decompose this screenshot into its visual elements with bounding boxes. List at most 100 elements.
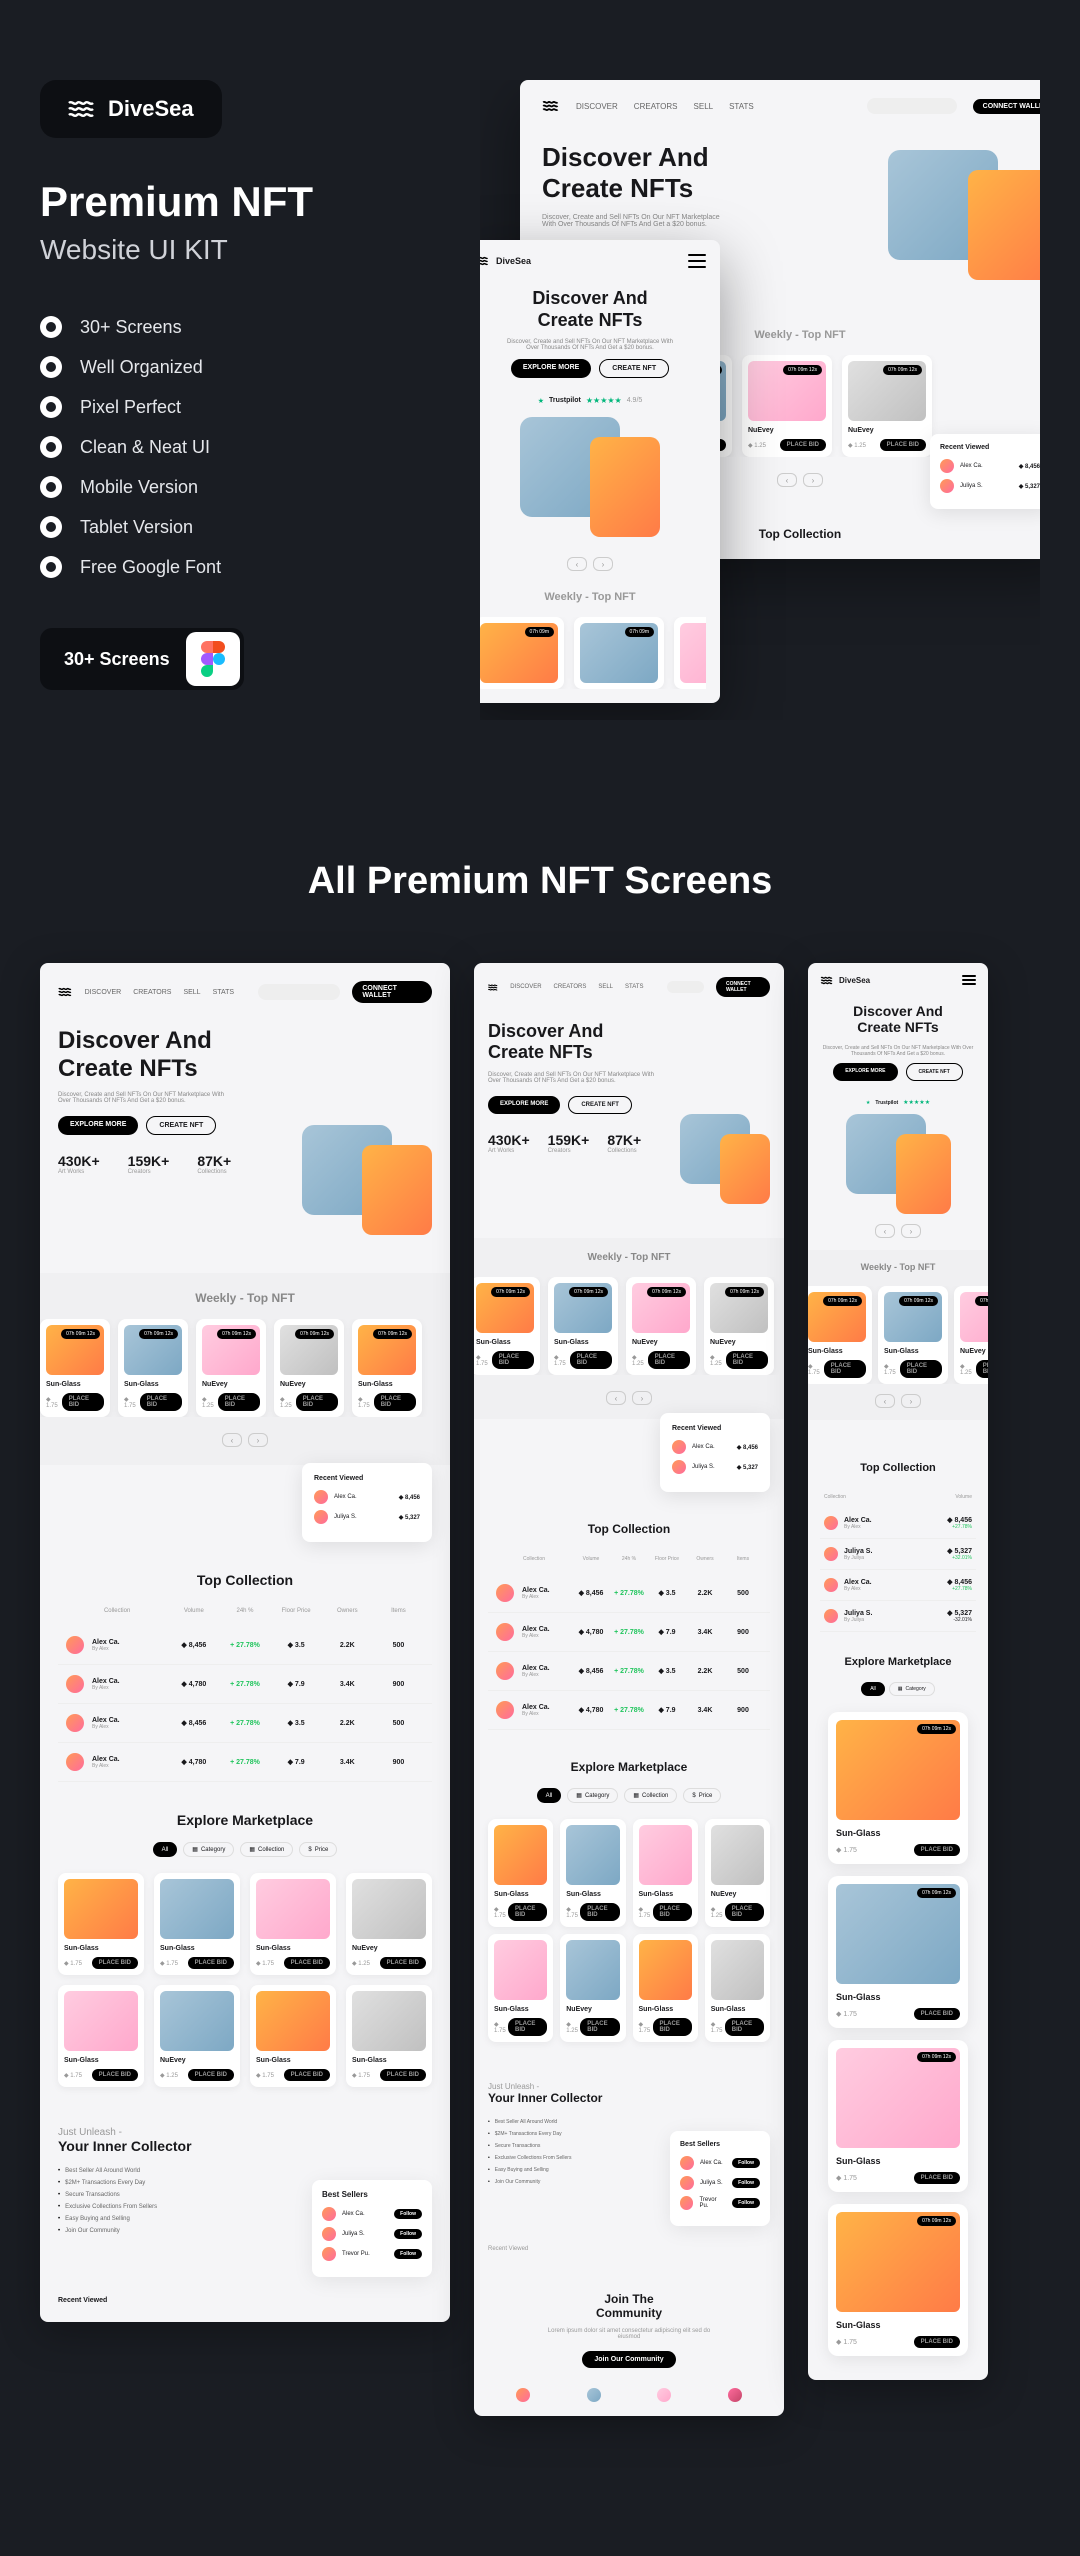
recent-viewed-popup: Recent Viewed Alex Ca.◆ 8,456Juliya S.◆ … [930, 434, 1040, 509]
cta-button[interactable]: 30+ Screens [40, 628, 244, 690]
nft-card[interactable]: 07h 09m 12sNuEvey◆ 1.25PLACE BID [842, 355, 932, 457]
menu-icon[interactable] [962, 975, 976, 985]
market-card[interactable]: Sun-Glass◆ 1.75PLACE BID [488, 1934, 553, 2042]
market-card[interactable]: Sun-Glass◆ 1.75PLACE BID [154, 1873, 240, 1975]
next-button[interactable]: › [803, 473, 823, 487]
feature-list: 30+ ScreensWell OrganizedPixel PerfectCl… [40, 316, 440, 578]
check-icon [40, 396, 62, 418]
check-icon [40, 356, 62, 378]
follow-button[interactable]: Follow [394, 2229, 422, 2239]
market-card[interactable]: NuEvey◆ 1.25PLACE BID [346, 1873, 432, 1975]
explore-button[interactable]: EXPLORE MORE [511, 359, 591, 378]
market-card[interactable]: Sun-Glass◆ 1.75PLACE BID [58, 1985, 144, 2087]
filter-category[interactable]: ▦ Category [183, 1842, 234, 1857]
nft-card[interactable]: 07h 09m 12sSun-Glass◆ 1.75PLACE BID [474, 1277, 540, 1375]
table-row[interactable]: Alex Ca.By Alex◆ 8,456+27.78% [820, 1570, 976, 1601]
prev-button[interactable]: ‹ [777, 473, 797, 487]
follow-button[interactable]: Follow [732, 2178, 760, 2188]
nav-link[interactable]: SELL [694, 102, 714, 111]
market-card[interactable]: NuEvey◆ 1.25PLACE BID [560, 1934, 625, 2042]
tablet-screen: DISCOVERCREATORSSELLSTATS CONNECT WALLET… [474, 963, 784, 2416]
nft-card[interactable]: 07h 09m 12sNuEvey◆ 1.25PLACE BID [274, 1319, 344, 1417]
market-card[interactable]: NuEvey◆ 1.25PLACE BID [705, 1819, 770, 1927]
nft-card[interactable]: 07h 09m 12sSun-Glass◆ 1.75PLACE BID [352, 1319, 422, 1417]
table-row[interactable]: Alex Ca.By Alex◆ 8,456+27.78% [820, 1508, 976, 1539]
cta-label: 30+ Screens [64, 649, 170, 670]
nft-card[interactable]: 07h 09m 12sSun-Glass◆ 1.75PLACE BID [828, 1712, 968, 1864]
feature-item: Clean & Neat UI [40, 436, 440, 458]
nft-card[interactable]: 07h 09m 12sNuEvey◆ 1.25PLACE BID [954, 1286, 988, 1384]
prev-button[interactable]: ‹ [567, 557, 587, 571]
filter-price[interactable]: $ Price [299, 1842, 337, 1857]
market-card[interactable]: Sun-Glass◆ 1.75PLACE BID [560, 1819, 625, 1927]
nft-card[interactable]: 07h 09m 12sNuEvey◆ 1.25PLACE BID [196, 1319, 266, 1417]
nft-card[interactable]: 07h 09m 12sNuEvey◆ 1.25PLACE BID [626, 1277, 696, 1375]
tablet-mockup: DiveSea Discover AndCreate NFTs Discover… [480, 240, 720, 703]
create-nft-button[interactable]: CREATE NFT [599, 359, 669, 378]
market-card[interactable]: Sun-Glass◆ 1.75PLACE BID [633, 1934, 698, 2042]
feature-item: Well Organized [40, 356, 440, 378]
follow-button[interactable]: Follow [732, 2198, 760, 2208]
figma-icon [186, 632, 240, 686]
follow-button[interactable]: Follow [394, 2249, 422, 2259]
feature-item: Mobile Version [40, 476, 440, 498]
feature-item: Tablet Version [40, 516, 440, 538]
market-card[interactable]: Sun-Glass◆ 1.75PLACE BID [488, 1819, 553, 1927]
table-row[interactable]: Alex Ca.By Alex◆ 4,780+ 27.78%◆ 7.93.4K9… [58, 1743, 432, 1782]
brand-name: DiveSea [108, 96, 194, 122]
filter-all[interactable]: All [153, 1842, 178, 1857]
table-row[interactable]: Juliya S.By Juliya◆ 5,327+32.01% [820, 1539, 976, 1570]
table-row[interactable]: Alex Ca.By Alex◆ 8,456+ 27.78%◆ 3.52.2K5… [58, 1626, 432, 1665]
hero-title: Premium NFT [40, 178, 440, 226]
table-row[interactable]: Alex Ca.By Alex◆ 8,456+ 27.78%◆ 3.52.2K5… [488, 1652, 770, 1691]
nav-link[interactable]: CREATORS [634, 102, 678, 111]
wave-icon [68, 99, 96, 119]
table-row[interactable]: Alex Ca.By Alex◆ 4,780+ 27.78%◆ 7.93.4K9… [58, 1665, 432, 1704]
check-icon [40, 316, 62, 338]
connect-wallet-button[interactable]: CONNECT WALLET [973, 99, 1040, 114]
nft-card[interactable]: 07h 09m 12sSun-Glass◆ 1.75PLACE BID [828, 2040, 968, 2192]
market-card[interactable]: Sun-Glass◆ 1.75PLACE BID [346, 1985, 432, 2087]
table-row[interactable]: Alex Ca.By Alex◆ 4,780+ 27.78%◆ 7.93.4K9… [488, 1691, 770, 1730]
follow-button[interactable]: Follow [394, 2209, 422, 2219]
hero-subtitle: Website UI KIT [40, 234, 440, 266]
table-row[interactable]: Alex Ca.By Alex◆ 8,456+ 27.78%◆ 3.52.2K5… [488, 1574, 770, 1613]
table-row[interactable]: Alex Ca.By Alex◆ 4,780+ 27.78%◆ 7.93.4K9… [488, 1613, 770, 1652]
market-card[interactable]: Sun-Glass◆ 1.75PLACE BID [633, 1819, 698, 1927]
nft-card[interactable]: 07h 09m 12sSun-Glass◆ 1.75PLACE BID [828, 2204, 968, 2356]
nft-card[interactable]: 07h 09m 12sNuEvey◆ 1.25PLACE BID [704, 1277, 774, 1375]
search-input[interactable] [867, 98, 957, 114]
nav-link[interactable]: DISCOVER [576, 102, 618, 111]
menu-icon[interactable] [688, 254, 706, 268]
feature-item: Free Google Font [40, 556, 440, 578]
recent-viewed-popup: Recent Viewed Alex Ca.◆ 8,456Juliya S.◆ … [302, 1463, 432, 1542]
market-card[interactable]: Sun-Glass◆ 1.75PLACE BID [705, 1934, 770, 2042]
hero-description: Discover, Create and Sell NFTs On Our NF… [542, 214, 722, 228]
recent-row: Juliya S.◆ 5,327 [672, 1460, 758, 1474]
market-card[interactable]: Sun-Glass◆ 1.75PLACE BID [250, 1873, 336, 1975]
check-icon [40, 556, 62, 578]
table-row[interactable]: Juliya S.By Juliya◆ 5,327-32.01% [820, 1601, 976, 1632]
nft-card[interactable]: 07h 09m 12sSun-Glass◆ 1.75PLACE BID [40, 1319, 110, 1417]
nav-link[interactable]: STATS [729, 102, 754, 111]
market-card[interactable]: NuEvey◆ 1.25PLACE BID [154, 1985, 240, 2087]
market-card[interactable]: Sun-Glass◆ 1.75PLACE BID [250, 1985, 336, 2087]
market-card[interactable]: Sun-Glass◆ 1.75PLACE BID [58, 1873, 144, 1975]
nft-card[interactable]: 07h 09m 12sSun-Glass◆ 1.75PLACE BID [878, 1286, 948, 1384]
follow-button[interactable]: Follow [732, 2158, 760, 2168]
check-icon [40, 476, 62, 498]
recent-row: Alex Ca.◆ 8,456 [940, 459, 1040, 473]
check-icon [40, 436, 62, 458]
nft-card[interactable]: 07h 09m 12sSun-Glass◆ 1.75PLACE BID [828, 1876, 968, 2028]
nft-card[interactable]: 07h 09m 12sSun-Glass◆ 1.75PLACE BID [548, 1277, 618, 1375]
recent-row: Juliya S.◆ 5,327 [314, 1510, 420, 1524]
next-button[interactable]: › [593, 557, 613, 571]
filter-collection[interactable]: ▦ Collection [240, 1842, 293, 1857]
nft-card[interactable]: 07h 09m 12sNuEvey◆ 1.25PLACE BID [742, 355, 832, 457]
nft-card[interactable]: 07h 09m 12sSun-Glass◆ 1.75PLACE BID [808, 1286, 872, 1384]
recent-row: Alex Ca.◆ 8,456 [314, 1490, 420, 1504]
table-row[interactable]: Alex Ca.By Alex◆ 8,456+ 27.78%◆ 3.52.2K5… [58, 1704, 432, 1743]
join-button[interactable]: Join Our Community [582, 2351, 675, 2368]
hero-artwork [888, 150, 1040, 280]
nft-card[interactable]: 07h 09m 12sSun-Glass◆ 1.75PLACE BID [118, 1319, 188, 1417]
